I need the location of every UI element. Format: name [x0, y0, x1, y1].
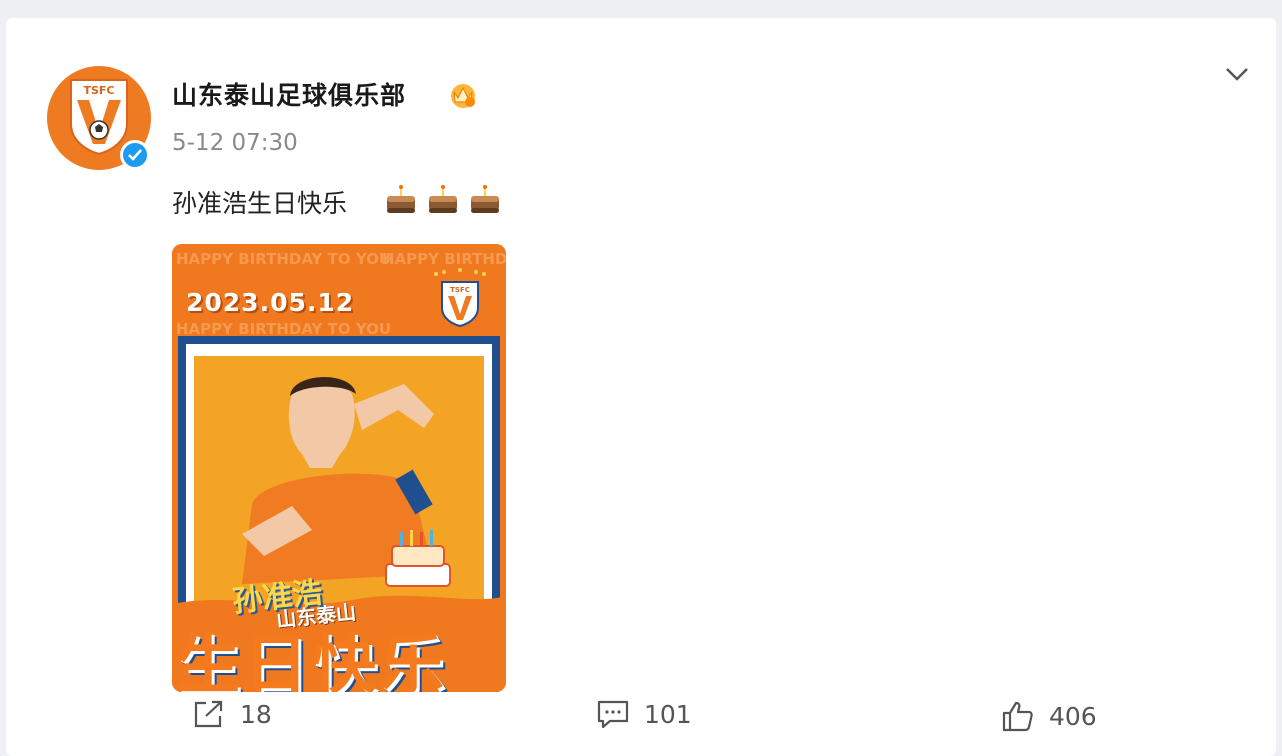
comment-icon: [597, 700, 629, 729]
post-timestamp[interactable]: 5-12 07:30: [172, 130, 298, 156]
poster-crest-text: TSFC: [450, 286, 470, 294]
poster-pattern-text: HAPPY BIRTHDAY TO YOU: [176, 250, 391, 268]
comment-button[interactable]: 101: [596, 698, 692, 730]
crown-icon[interactable]: [448, 80, 478, 110]
weibo-post-card: TSFC 山东泰山足球俱乐部 5-12 07:30 孙准浩生日快乐 HAPPY …: [6, 18, 1276, 756]
club-crest-icon: TSFC: [70, 79, 128, 156]
emoji-row: [384, 184, 502, 216]
poster-pattern-text: HAPPY BIRTHDAY TO YOU: [382, 250, 506, 268]
poster-pattern-text: HAPPY BIRTHDAY TO YOU: [176, 320, 391, 338]
poster-date: 2023.05.12: [186, 288, 355, 317]
birthday-cake-icon: [429, 185, 457, 213]
comment-count: 101: [644, 699, 692, 729]
share-icon: [194, 700, 223, 728]
verified-badge-icon: [120, 140, 150, 170]
birthday-cake-icon: [471, 185, 499, 213]
thumbs-up-icon: [1002, 701, 1033, 732]
share-button[interactable]: 18: [192, 698, 272, 730]
chevron-down-icon[interactable]: [1222, 62, 1252, 86]
birthday-cake-icon: [387, 185, 415, 213]
avatar-crest-text: TSFC: [83, 84, 114, 97]
like-count: 406: [1049, 701, 1097, 731]
post-text: 孙准浩生日快乐: [172, 189, 348, 218]
poster-birthday-title: 生日快乐: [176, 629, 448, 692]
share-count: 18: [240, 699, 272, 729]
author-name[interactable]: 山东泰山足球俱乐部: [172, 76, 406, 112]
post-image[interactable]: HAPPY BIRTHDAY TO YOU HAPPY BIRTHDAY TO …: [172, 244, 506, 692]
like-button[interactable]: 406: [1001, 700, 1097, 732]
